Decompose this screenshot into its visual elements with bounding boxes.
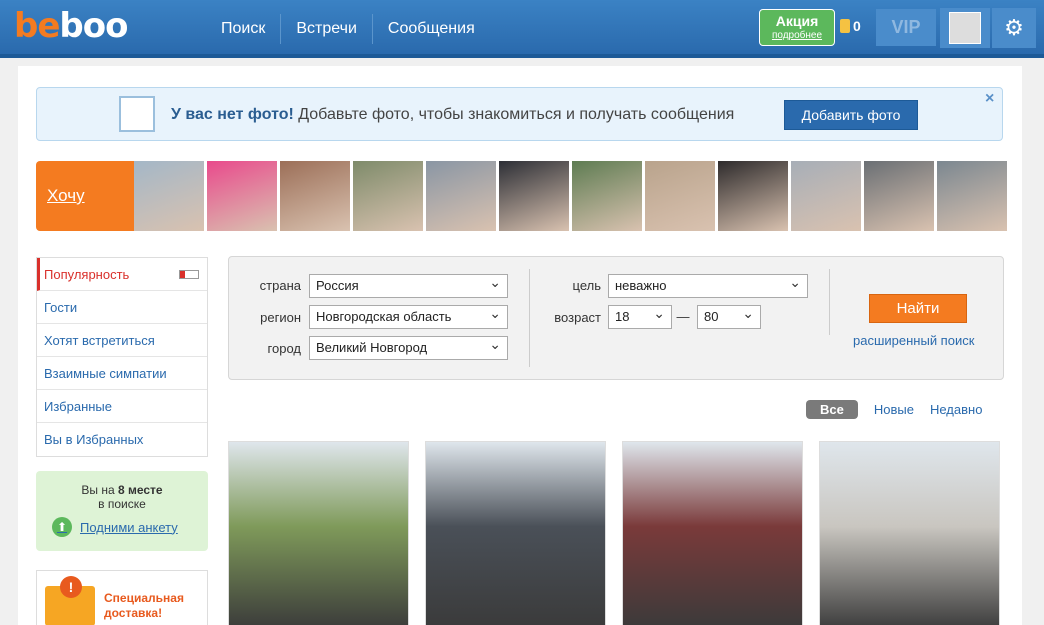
goal-label: цель (572, 278, 601, 293)
want-here-button[interactable]: Хочу сюда! (36, 161, 146, 275)
tab-new[interactable]: Новые (874, 402, 914, 417)
strip-profile-photo[interactable] (791, 161, 861, 231)
special-delivery-label: Специальная доставка! (104, 591, 184, 620)
special-delivery[interactable]: ! Специальная доставка! (36, 570, 208, 625)
top-header: beboo Поиск Встречи Сообщения Акция подр… (0, 0, 1044, 58)
coin-icon (840, 19, 850, 33)
sidebar-item-mutual[interactable]: Взаимные симпатии (37, 357, 207, 390)
strip-profile-photo[interactable] (280, 161, 350, 231)
nav-messages[interactable]: Сообщения (371, 14, 490, 44)
profile-card[interactable] (622, 441, 803, 625)
region-label: регион (260, 310, 301, 325)
add-photo-button[interactable]: Добавить фото (784, 100, 918, 130)
rank-pre: Вы на (81, 483, 115, 497)
search-divider (529, 269, 530, 367)
avatar-placeholder-icon (949, 12, 981, 44)
profile-card[interactable] (819, 441, 1000, 625)
age-from-select[interactable]: 18 (608, 302, 672, 329)
battery-icon (179, 270, 199, 279)
age-label: возраст (554, 310, 601, 325)
strip-profile-photo[interactable] (864, 161, 934, 231)
strip-profile-photo[interactable] (134, 161, 204, 231)
rank-place: 8 месте (117, 483, 163, 497)
filter-tabs: Все Новые Недавно (806, 400, 982, 419)
strip-profile-photo[interactable] (937, 161, 1007, 231)
promo-details-link[interactable]: подробнее (760, 30, 834, 42)
notice-bold: У вас нет фото! (171, 106, 294, 123)
advanced-search-link[interactable]: расширенный поиск (853, 333, 974, 348)
logo-part-be: be (14, 6, 60, 46)
logo-part-boo: boo (59, 6, 128, 46)
search-divider-2 (829, 269, 830, 335)
strip-profile-photo[interactable] (572, 161, 642, 231)
vip-button[interactable]: VIP (876, 9, 936, 46)
raise-profile-link[interactable]: ⬆ Подними анкету (52, 517, 178, 537)
raise-profile-label: Подними анкету (80, 519, 178, 535)
nav-meetings[interactable]: Встречи (280, 14, 372, 44)
sidebar-item-in-favorites[interactable]: Вы в Избранных (37, 423, 207, 456)
arrow-up-icon: ⬆ (52, 517, 72, 537)
strip-profile-photo[interactable] (207, 161, 277, 231)
sidebar-item-want-meet[interactable]: Хотят встретиться (37, 324, 207, 357)
bebo-logo[interactable]: beboo (14, 6, 128, 46)
promo-title: Акция (775, 13, 819, 29)
close-icon[interactable]: × (985, 90, 994, 108)
rank-line: Вы на 8 месте (36, 483, 208, 497)
promo-button[interactable]: Акция подробнее (759, 9, 835, 46)
gear-icon[interactable]: ⚙ (992, 8, 1036, 48)
tab-recent[interactable]: Недавно (930, 402, 982, 417)
tab-all[interactable]: Все (806, 400, 858, 419)
profile-card[interactable] (425, 441, 606, 625)
rank-post: в поиске (98, 497, 146, 511)
notice-message: Добавьте фото, чтобы знакомиться и получ… (298, 106, 735, 123)
region-select[interactable]: Новгородская область (309, 302, 508, 329)
photo-placeholder-icon (119, 96, 155, 132)
no-photo-banner: У вас нет фото! Добавьте фото, чтобы зна… (36, 87, 1003, 141)
coins-counter[interactable]: 0 (840, 18, 861, 34)
sidebar-menu: Популярность Гости Хотят встретиться Вза… (36, 257, 208, 457)
rank-box: Вы на 8 месте в поиске ⬆ Подними анкету (36, 471, 208, 551)
country-label: страна (259, 278, 301, 293)
age-dash: — (676, 309, 690, 324)
nav-search[interactable]: Поиск (206, 14, 280, 44)
sidebar-item-guests[interactable]: Гости (37, 291, 207, 324)
age-to-select[interactable]: 80 (697, 302, 761, 329)
find-button[interactable]: Найти (869, 294, 967, 323)
profile-card[interactable] (228, 441, 409, 625)
alert-icon: ! (60, 576, 82, 598)
strip-profile-photo[interactable] (426, 161, 496, 231)
search-panel: страна Россия регион Новгородская област… (228, 256, 1004, 380)
country-select[interactable]: Россия (309, 271, 508, 298)
strip-profile-photo[interactable] (645, 161, 715, 231)
city-label: город (267, 341, 301, 356)
main-nav: Поиск Встречи Сообщения (206, 14, 490, 44)
strip-profile-photo[interactable] (353, 161, 423, 231)
strip-profile-photo[interactable] (499, 161, 569, 231)
strip-profile-photo[interactable] (718, 161, 788, 231)
sidebar-item-label: Популярность (44, 267, 130, 282)
goal-select[interactable]: неважно (608, 271, 808, 298)
sidebar-item-popularity[interactable]: Популярность (37, 258, 207, 291)
city-select[interactable]: Великий Новгород (309, 333, 508, 360)
coins-value: 0 (853, 18, 861, 34)
user-avatar-button[interactable] (940, 8, 990, 48)
notice-text: У вас нет фото! Добавьте фото, чтобы зна… (171, 106, 734, 124)
sidebar-item-favorites[interactable]: Избранные (37, 390, 207, 423)
